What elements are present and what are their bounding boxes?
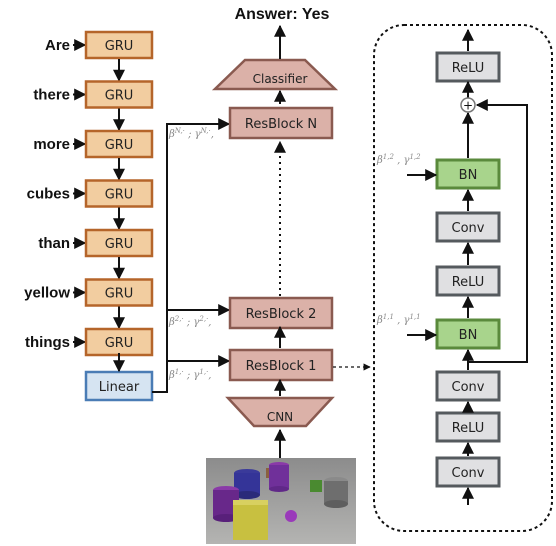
detail-layer-bn: BN bbox=[435, 158, 501, 190]
gru-label: GRU bbox=[105, 39, 134, 54]
film-parameter-labels: βN,· ; γN,·, β2,· ; γ2,·, β1,· ; γ1,·, bbox=[168, 127, 214, 381]
gru-step: yellow GRU bbox=[24, 278, 154, 330]
question-encoder: Are GRUthere GRUmore GRUcubes GRUthan GRUyell… bbox=[24, 30, 154, 357]
gru-step: there GRU bbox=[33, 80, 154, 132]
gru-label: GRU bbox=[105, 287, 134, 302]
layer-label: BN bbox=[459, 328, 478, 343]
detail-layer-bn: BN bbox=[435, 318, 501, 350]
gru-step: more GRU bbox=[33, 129, 154, 181]
layer-label: Conv bbox=[452, 221, 485, 236]
cnn: CNN bbox=[225, 396, 335, 428]
gru-label: GRU bbox=[105, 89, 134, 104]
gru-label: GRU bbox=[105, 336, 134, 351]
cnn-label: CNN bbox=[267, 410, 293, 424]
film-param-label: βN,· ; γN,·, bbox=[168, 127, 214, 140]
layer-label: Conv bbox=[452, 380, 485, 395]
resblock-label: ResBlock 1 bbox=[246, 359, 317, 374]
gru-step: cubes GRU bbox=[27, 179, 154, 231]
bn-film-param-label: β1,2 , γ1,2 bbox=[376, 153, 421, 166]
film-param-label: β2,· ; γ2,·, bbox=[168, 315, 211, 328]
detail-layer-conv: Conv bbox=[435, 370, 501, 402]
gru-label: GRU bbox=[105, 237, 134, 252]
linear-layer: Linear bbox=[84, 370, 154, 402]
resblock: ResBlock 1 bbox=[228, 348, 334, 382]
gru-step: than GRU bbox=[38, 228, 154, 280]
classifier-label: Classifier bbox=[253, 72, 308, 86]
detail-layer-relu: ReLU bbox=[435, 265, 501, 297]
gru-step: Are GRU bbox=[45, 30, 154, 82]
question-word: Are bbox=[45, 37, 70, 54]
resblock-label: ResBlock 2 bbox=[246, 307, 317, 322]
detail-layer-relu: ReLU bbox=[435, 51, 501, 83]
layer-label: ReLU bbox=[452, 421, 485, 436]
gru-label: GRU bbox=[105, 188, 134, 203]
linear-label: Linear bbox=[99, 380, 140, 395]
question-word: there bbox=[33, 87, 70, 104]
question-word: than bbox=[38, 235, 70, 252]
resblock-label: ResBlock N bbox=[245, 117, 317, 132]
resblock-detail: ReLU BN Conv ReLU BN Conv ReLU Conv + β1,2 , γ1,2… bbox=[376, 28, 528, 505]
question-word: more bbox=[33, 136, 70, 153]
question-word: things bbox=[25, 334, 70, 351]
layer-label: ReLU bbox=[452, 61, 485, 76]
detail-layer-relu: ReLU bbox=[435, 411, 501, 443]
gru-step: things GRU bbox=[25, 327, 154, 357]
resblock: ResBlock 2 bbox=[228, 296, 334, 330]
layer-label: BN bbox=[459, 168, 478, 183]
layer-label: Conv bbox=[452, 466, 485, 481]
film-param-label: β1,· ; γ1,·, bbox=[168, 368, 211, 381]
detail-layer-conv: Conv bbox=[435, 456, 501, 488]
input-image bbox=[206, 458, 356, 544]
answer-title: Answer: Yes bbox=[235, 6, 330, 23]
question-word: yellow bbox=[24, 285, 70, 302]
sum-symbol: + bbox=[463, 99, 473, 113]
resblock: ResBlock N bbox=[228, 106, 334, 140]
layer-label: ReLU bbox=[452, 275, 485, 290]
detail-layer-conv: Conv bbox=[435, 211, 501, 243]
bn-film-param-label: β1,1 , γ1,1 bbox=[376, 313, 421, 326]
classifier: Classifier bbox=[211, 58, 339, 91]
film-line-n bbox=[152, 118, 231, 393]
question-word: cubes bbox=[27, 186, 70, 203]
gru-label: GRU bbox=[105, 138, 134, 153]
film-architecture-diagram: Answer: Yes Are GRU there GRU more GRU cubes GR… bbox=[24, 6, 553, 544]
